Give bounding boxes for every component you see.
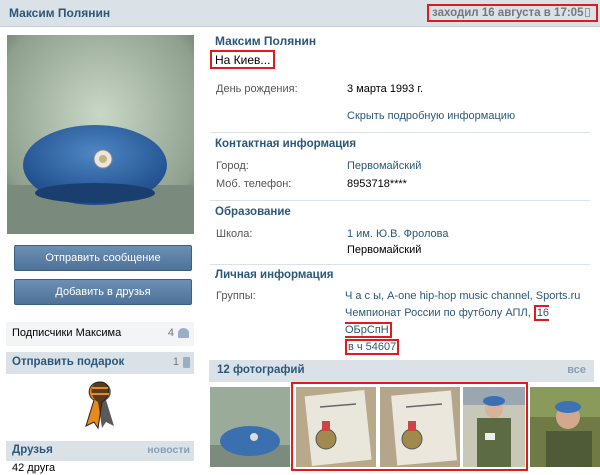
status-text[interactable]: На Киев... [210, 50, 276, 69]
st-george-ribbon-gift[interactable] [78, 378, 122, 430]
city-link[interactable]: Первомайский [347, 160, 421, 172]
photo-thumb[interactable] [210, 387, 290, 467]
birthday-value: 3 марта 1993 г. [347, 83, 424, 95]
send-gift-header[interactable]: Отправить подарок 1 [6, 352, 194, 374]
ribbon-icon [85, 381, 114, 430]
school-link[interactable]: 1 им. Ю.В. Фролова [347, 228, 448, 240]
profile-topbar: Максим Полянин заходил 16 августа в 17:0… [0, 0, 600, 27]
groups-list: Ч а с ы, A-one hip-hop music channel, Sp… [345, 290, 581, 355]
photo-soldier-outdoor [530, 387, 600, 467]
send-gift-label: Отправить подарок [12, 356, 125, 368]
school-label: Школа: [216, 228, 253, 240]
groups-label: Группы: [216, 290, 256, 302]
friends-count: 42 друга [12, 462, 56, 474]
friends-header[interactable]: Друзья новости [6, 441, 194, 461]
device-icon [585, 8, 591, 17]
group-link-chasy[interactable]: Ч а с ы [345, 290, 381, 302]
last-seen-text: заходил 16 августа в 17:05 [432, 7, 584, 19]
last-seen-status: заходил 16 августа в 17:05 [427, 4, 598, 22]
divider [210, 132, 590, 133]
group-link-unit-54607[interactable]: в ч 54607 [345, 339, 400, 355]
photo-beret [210, 387, 290, 467]
city-label: Город: [216, 160, 249, 172]
group-link-championship[interactable]: Чемпионат России по футболу АПЛ [345, 307, 528, 319]
education-header: Образование [215, 206, 291, 218]
avatar-photo [7, 35, 194, 234]
photos-header[interactable]: 12 фотографий все [209, 360, 594, 382]
add-friend-button[interactable]: Добавить в друзья [14, 279, 192, 305]
gift-icon [183, 357, 190, 368]
people-icon [178, 328, 189, 338]
photo-thumb[interactable] [530, 387, 600, 467]
divider [210, 200, 590, 201]
contact-info-header: Контактная информация [215, 138, 357, 150]
photos-highlight [291, 382, 528, 471]
send-message-button[interactable]: Отправить сообщение [14, 245, 192, 271]
group-link-aone[interactable]: A-one hip-hop music channel [387, 290, 529, 302]
subscribers-label: Подписчики Максима [12, 327, 122, 339]
divider [210, 264, 590, 265]
phone-value: 8953718**** [347, 178, 407, 190]
photos-count-label: 12 фотографий [217, 364, 305, 376]
profile-name: Максим Полянин [215, 34, 317, 48]
group-link-sportsru[interactable]: Sports.ru [536, 290, 581, 302]
profile-avatar[interactable] [7, 35, 194, 234]
friends-label: Друзья [12, 444, 53, 456]
topbar-name: Максим Полянин [9, 6, 111, 20]
school-city: Первомайский [347, 244, 422, 256]
phone-label: Моб. телефон: [216, 178, 292, 190]
subscribers-row[interactable]: Подписчики Максима 4 [6, 322, 194, 346]
friends-news-link[interactable]: новости [147, 444, 190, 456]
subscribers-count: 4 [167, 327, 174, 339]
hide-details-link[interactable]: Скрыть подробную информацию [347, 110, 515, 122]
gift-count: 1 [172, 356, 179, 368]
photos-all-link[interactable]: все [567, 364, 586, 376]
personal-info-header: Личная информация [215, 269, 334, 281]
birthday-label: День рождения: [216, 83, 298, 95]
